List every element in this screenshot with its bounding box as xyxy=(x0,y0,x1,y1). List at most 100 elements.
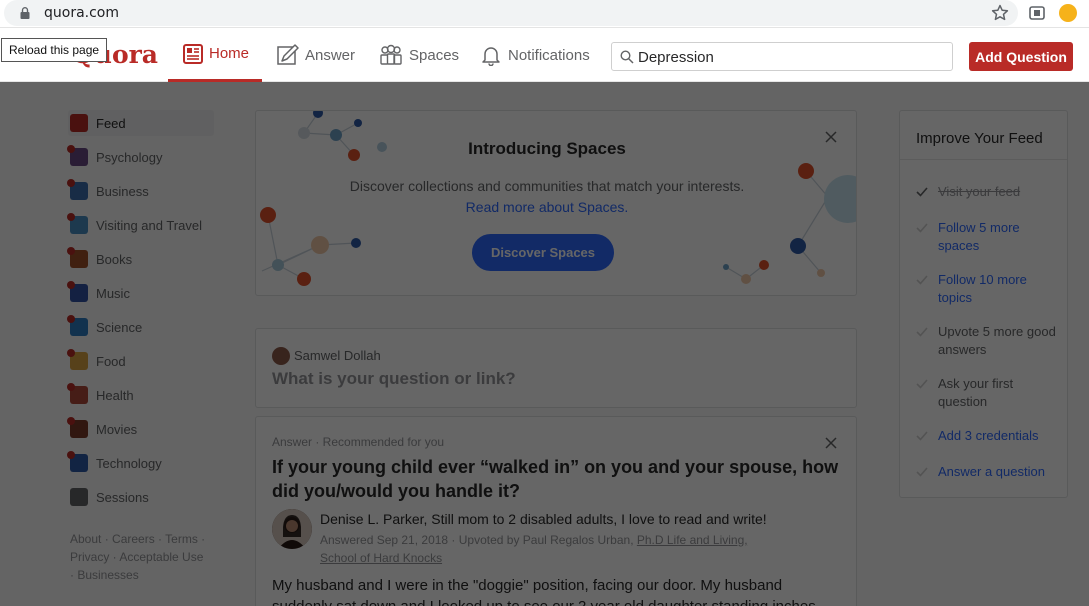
unread-dot xyxy=(67,451,75,459)
add-question-button[interactable]: Add Question xyxy=(969,42,1073,71)
sidebar-item-label: Food xyxy=(96,353,126,369)
nav-home[interactable]: Home xyxy=(168,28,262,82)
question-title[interactable]: If your young child ever “walked in” on … xyxy=(272,455,844,503)
sidebar-item-label: Music xyxy=(96,285,130,301)
upvoter-school-link[interactable]: School of Hard Knocks xyxy=(320,551,442,565)
improve-item-upvote[interactable]: Upvote 5 more good answers xyxy=(916,323,1064,361)
close-icon[interactable] xyxy=(825,437,837,449)
sidebar-item-label: Science xyxy=(96,319,143,335)
sidebar-item-label: Health xyxy=(96,387,134,403)
improve-item-follow-topics[interactable]: Follow 10 more topics xyxy=(916,271,1064,309)
avatar xyxy=(272,347,290,365)
checkmark-icon xyxy=(916,431,928,441)
travel-topic-icon xyxy=(67,213,88,234)
business-topic-icon xyxy=(67,179,88,200)
sidebar-item-label: Business xyxy=(96,183,149,199)
answer-card: Answer · Recommended for you If your you… xyxy=(255,416,857,606)
improve-item-label: Upvote 5 more good answers xyxy=(938,324,1056,357)
author-avatar[interactable] xyxy=(272,509,312,549)
footer-links: About · Careers · Terms · Privacy · Acce… xyxy=(70,530,220,584)
sidebar-item-feed[interactable]: Feed xyxy=(68,110,214,136)
music-topic-icon xyxy=(67,281,88,302)
improve-item-follow-spaces[interactable]: Follow 5 more spaces xyxy=(916,219,1064,257)
unread-dot xyxy=(67,247,75,255)
footer-line[interactable]: About · Careers · Terms · xyxy=(70,530,220,548)
movies-topic-icon xyxy=(67,417,88,438)
bookmark-star-icon[interactable] xyxy=(990,3,1010,23)
author-photo-icon xyxy=(272,509,312,549)
unread-dot xyxy=(67,145,75,153)
intro-title: Introducing Spaces xyxy=(468,139,626,158)
author-credential[interactable]: Denise L. Parker, Still mom to 2 disable… xyxy=(320,511,767,527)
unread-dot xyxy=(67,179,75,187)
sidebar-item-movies[interactable]: Movies xyxy=(67,416,214,442)
improve-item-label: Answer a question xyxy=(938,464,1045,479)
unread-dot xyxy=(67,281,75,289)
sidebar-item-music[interactable]: Music xyxy=(67,280,214,306)
sidebar-item-books[interactable]: Books xyxy=(67,246,214,272)
nav-spaces[interactable]: Spaces xyxy=(379,28,459,82)
sessions-mic-icon xyxy=(70,488,88,506)
sidebar-item-science[interactable]: Science xyxy=(67,314,214,340)
sidebar-item-technology[interactable]: Technology xyxy=(67,450,214,476)
discover-spaces-button[interactable]: Discover Spaces xyxy=(472,234,614,271)
sidebar-item-psychology[interactable]: Psychology xyxy=(67,144,214,170)
improve-item-label: Follow 10 more topics xyxy=(938,272,1027,305)
main-page: Feed Psychology Business Visiting and Tr… xyxy=(0,82,1089,606)
nav-answer[interactable]: Answer xyxy=(277,28,355,82)
health-topic-icon xyxy=(67,383,88,404)
science-topic-icon xyxy=(67,315,88,336)
reload-tooltip: Reload this page xyxy=(1,38,108,62)
improve-item-visit-feed[interactable]: Visit your feed xyxy=(916,183,1064,203)
improve-item-ask[interactable]: Ask your first question xyxy=(916,375,1064,413)
url-text: quora.com xyxy=(44,5,120,21)
bell-icon xyxy=(482,47,500,66)
sidebar-item-sessions[interactable]: Sessions xyxy=(68,484,214,510)
books-topic-icon xyxy=(67,247,88,268)
sidebar-item-food[interactable]: Food xyxy=(67,348,214,374)
search-input[interactable] xyxy=(638,47,938,67)
answer-meta: Answer · Recommended for you xyxy=(272,435,445,449)
ask-question-card[interactable]: Samwel Dollah What is your question or l… xyxy=(255,328,857,408)
unread-dot xyxy=(67,383,75,391)
checkmark-icon xyxy=(916,223,928,233)
nav-home-label: Home xyxy=(209,45,250,62)
improve-item-label: Ask your first question xyxy=(938,376,1014,409)
improve-item-label: Visit your feed xyxy=(938,184,1021,199)
sidebar: Feed Psychology Business Visiting and Tr… xyxy=(67,110,214,518)
footer-line[interactable]: · Businesses xyxy=(70,566,220,584)
checkmark-icon xyxy=(916,467,928,477)
checkmark-icon xyxy=(916,379,928,389)
search-box[interactable] xyxy=(611,42,953,71)
divider xyxy=(900,159,1067,160)
search-icon xyxy=(620,50,634,64)
introducing-spaces-card: Introducing Spaces Discover collections … xyxy=(255,110,857,296)
read-more-link[interactable]: Read more about Spaces. xyxy=(256,199,838,215)
home-feed-icon xyxy=(183,43,203,64)
checkmark-icon xyxy=(916,327,928,337)
answer-body[interactable]: My husband and I were in the "doggie" po… xyxy=(272,575,844,606)
footer-line[interactable]: Privacy · Acceptable Use xyxy=(70,548,220,566)
improve-feed-title: Improve Your Feed xyxy=(916,130,1043,147)
improve-item-credentials[interactable]: Add 3 credentials xyxy=(916,427,1064,447)
sidebar-item-label: Sessions xyxy=(96,489,149,505)
user-name: Samwel Dollah xyxy=(294,348,381,363)
sidebar-item-travel[interactable]: Visiting and Travel xyxy=(67,212,214,238)
date-upvote-text: Answered Sep 21, 2018 · Upvoted by Paul … xyxy=(320,533,634,547)
address-bar[interactable]: quora.com xyxy=(4,0,1018,26)
improve-item-answer[interactable]: Answer a question xyxy=(916,463,1064,483)
sidebar-item-label: Movies xyxy=(96,421,138,437)
psychology-topic-icon xyxy=(67,145,88,166)
upvoter-credential-link[interactable]: Ph.D Life and Living, xyxy=(637,533,748,547)
unread-dot xyxy=(67,417,75,425)
sidebar-item-label: Technology xyxy=(96,455,162,471)
ask-prompt[interactable]: What is your question or link? xyxy=(272,369,516,389)
nav-notifications[interactable]: Notifications xyxy=(480,28,590,82)
unread-dot xyxy=(67,213,75,221)
extension-icon[interactable] xyxy=(1028,4,1046,22)
checkmark-icon xyxy=(916,275,928,285)
sidebar-item-business[interactable]: Business xyxy=(67,178,214,204)
sidebar-item-label: Visiting and Travel xyxy=(96,217,202,233)
profile-avatar[interactable] xyxy=(1059,4,1077,22)
sidebar-item-health[interactable]: Health xyxy=(67,382,214,408)
